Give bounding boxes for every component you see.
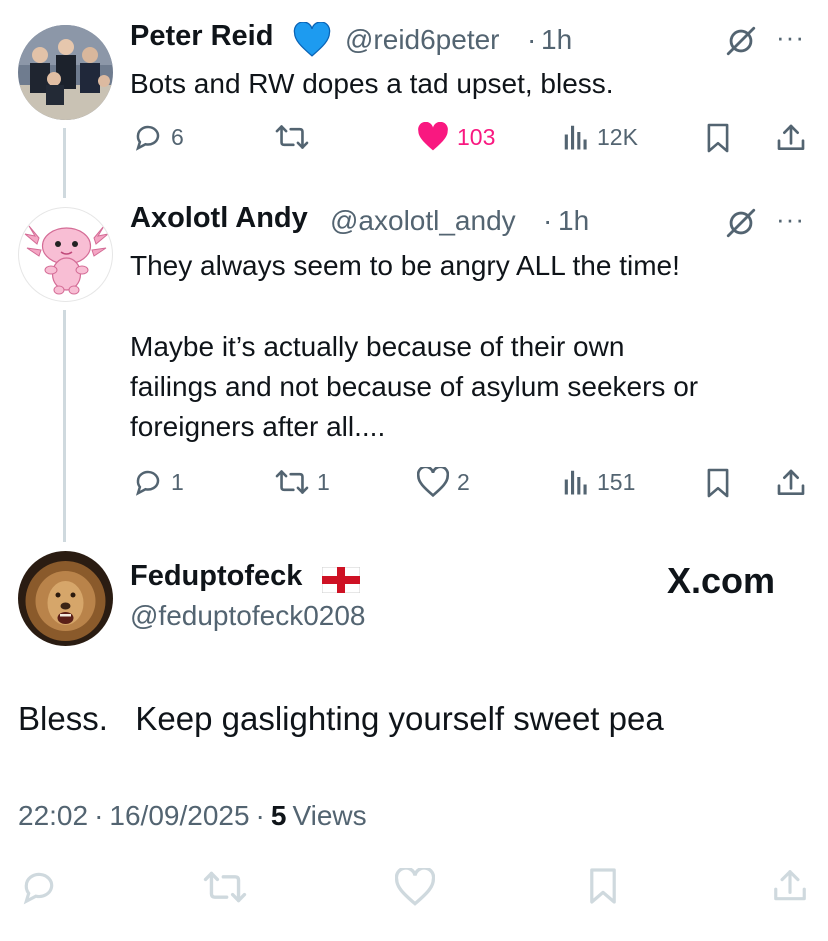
post-time[interactable]: 1h — [558, 205, 589, 237]
grok-icon[interactable] — [724, 24, 758, 63]
author-name[interactable]: Axolotl Andy — [130, 202, 308, 235]
retweet-button[interactable]: 1 — [275, 467, 330, 497]
bookmark-icon[interactable] — [587, 866, 619, 911]
separator-dot: · — [543, 205, 553, 236]
reply-icon[interactable] — [20, 868, 58, 911]
author-handle[interactable]: @axolotl_andy — [330, 205, 516, 237]
reply-count: 6 — [171, 123, 184, 150]
more-icon[interactable]: ··· — [776, 22, 805, 53]
reply-count: 1 — [171, 468, 184, 495]
tweet-text-line-2: Maybe it’s actually because of their own — [130, 331, 625, 362]
share-icon[interactable] — [775, 122, 807, 159]
reply-icon — [133, 467, 163, 497]
post-time[interactable]: 22:02 — [18, 800, 88, 832]
grok-icon[interactable] — [724, 206, 758, 245]
like-button[interactable]: 2 — [417, 467, 470, 497]
avatar-axolotl-andy[interactable] — [18, 207, 113, 302]
views-count: 12K — [597, 123, 638, 150]
separator-dot: · — [255, 800, 265, 831]
retweet-icon — [275, 467, 309, 497]
author-name[interactable]: Peter Reid — [130, 20, 273, 53]
views-count: 151 — [597, 468, 636, 495]
views-label: Views — [292, 800, 367, 831]
views-button[interactable]: 151 — [563, 467, 635, 497]
tweet-text-line-4: foreigners after all.... — [130, 411, 386, 442]
verified-heart-icon — [293, 21, 331, 63]
avatar-peter-reid[interactable] — [18, 25, 113, 120]
heart-icon — [417, 467, 449, 497]
watermark: X.com — [667, 560, 776, 601]
post-timestamp: 22:02 · 16/09/2025 · 5 Views — [18, 800, 367, 832]
separator-dot: · — [94, 800, 104, 831]
views-count: 5 — [270, 800, 287, 831]
bookmark-icon[interactable] — [705, 122, 731, 159]
tweet-text: Bots and RW dopes a tad upset, bless. — [130, 68, 614, 99]
reply-icon — [133, 122, 163, 152]
heart-icon[interactable] — [394, 866, 436, 911]
views-icon — [563, 467, 589, 497]
like-button[interactable]: 103 — [417, 122, 495, 152]
avatar-feduptofeck[interactable] — [18, 551, 113, 646]
views-button[interactable]: 12K — [563, 122, 638, 152]
thread-line-2 — [63, 310, 66, 542]
tweet-text-line-3: failings and not because of asylum seeke… — [130, 371, 699, 402]
retweet-button[interactable] — [275, 122, 317, 152]
heart-icon — [417, 122, 449, 152]
main-post-text: Bless. Keep gaslighting yourself sweet p… — [18, 700, 664, 737]
england-flag-icon — [321, 566, 361, 598]
like-count: 2 — [457, 468, 470, 495]
post-date[interactable]: 16/09/2025 — [109, 800, 249, 832]
thread-line-1 — [63, 128, 66, 198]
post-time[interactable]: 1h — [541, 24, 572, 56]
reply-button[interactable]: 1 — [133, 467, 184, 497]
author-name[interactable]: Feduptofeck — [130, 560, 302, 593]
like-count: 103 — [457, 123, 496, 150]
retweet-icon[interactable] — [203, 868, 247, 911]
author-handle[interactable]: @feduptofeck0208 — [130, 600, 365, 632]
author-handle[interactable]: @reid6peter — [345, 24, 500, 56]
reply-button[interactable]: 6 — [133, 122, 184, 152]
share-icon[interactable] — [775, 467, 807, 504]
retweet-count: 1 — [317, 468, 330, 495]
tweet-text-line-1: They always seem to be angry ALL the tim… — [130, 250, 680, 281]
separator-dot: · — [527, 24, 537, 55]
retweet-icon — [275, 122, 309, 152]
more-icon[interactable]: ··· — [776, 204, 805, 235]
share-icon[interactable] — [771, 866, 809, 911]
views-icon — [563, 122, 589, 152]
bookmark-icon[interactable] — [705, 467, 731, 504]
